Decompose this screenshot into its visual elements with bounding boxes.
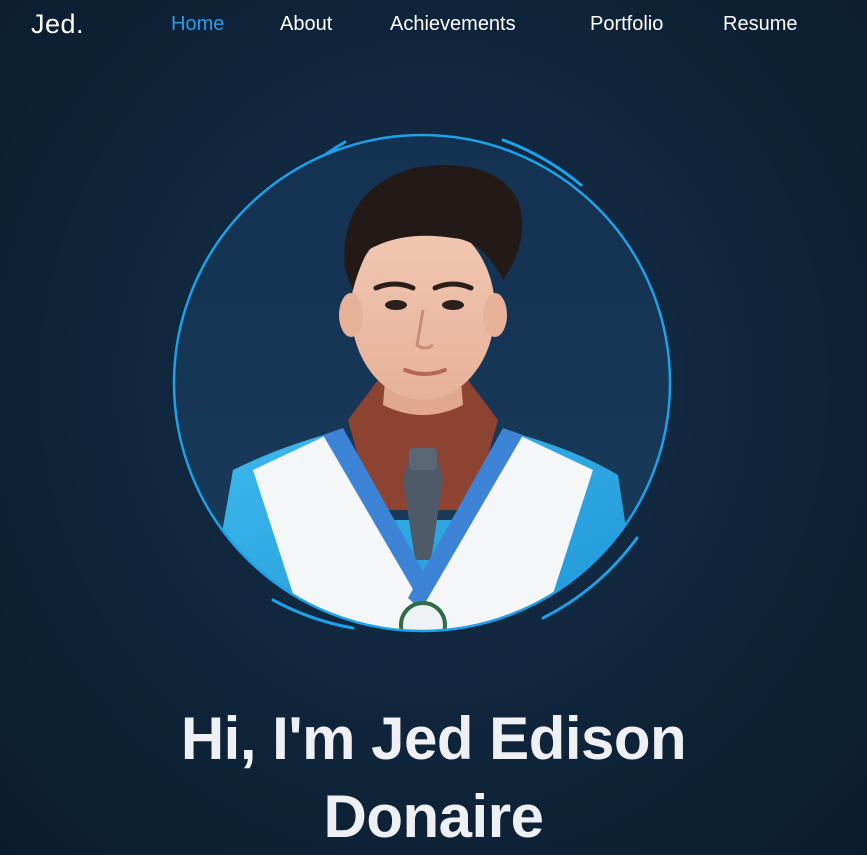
- hero-title: Hi, I'm Jed Edison Donaire: [0, 700, 867, 855]
- nav-link-achievements[interactable]: Achievements: [390, 13, 516, 36]
- nav-link-resume[interactable]: Resume: [723, 13, 797, 36]
- page: Jed. Home About Achievements Portfolio R…: [0, 0, 867, 855]
- nav-link-about[interactable]: About: [280, 13, 332, 36]
- profile-photo-frame: [163, 130, 683, 640]
- profile-photo: [172, 133, 672, 633]
- nav-link-portfolio[interactable]: Portfolio: [590, 13, 663, 36]
- nav-link-home[interactable]: Home: [171, 13, 224, 36]
- hero-title-line-2: Donaire: [323, 783, 544, 850]
- navbar: Jed. Home About Achievements Portfolio R…: [0, 0, 867, 52]
- hero-title-line-1: Hi, I'm Jed Edison: [180, 705, 687, 772]
- brand-logo[interactable]: Jed.: [31, 9, 84, 40]
